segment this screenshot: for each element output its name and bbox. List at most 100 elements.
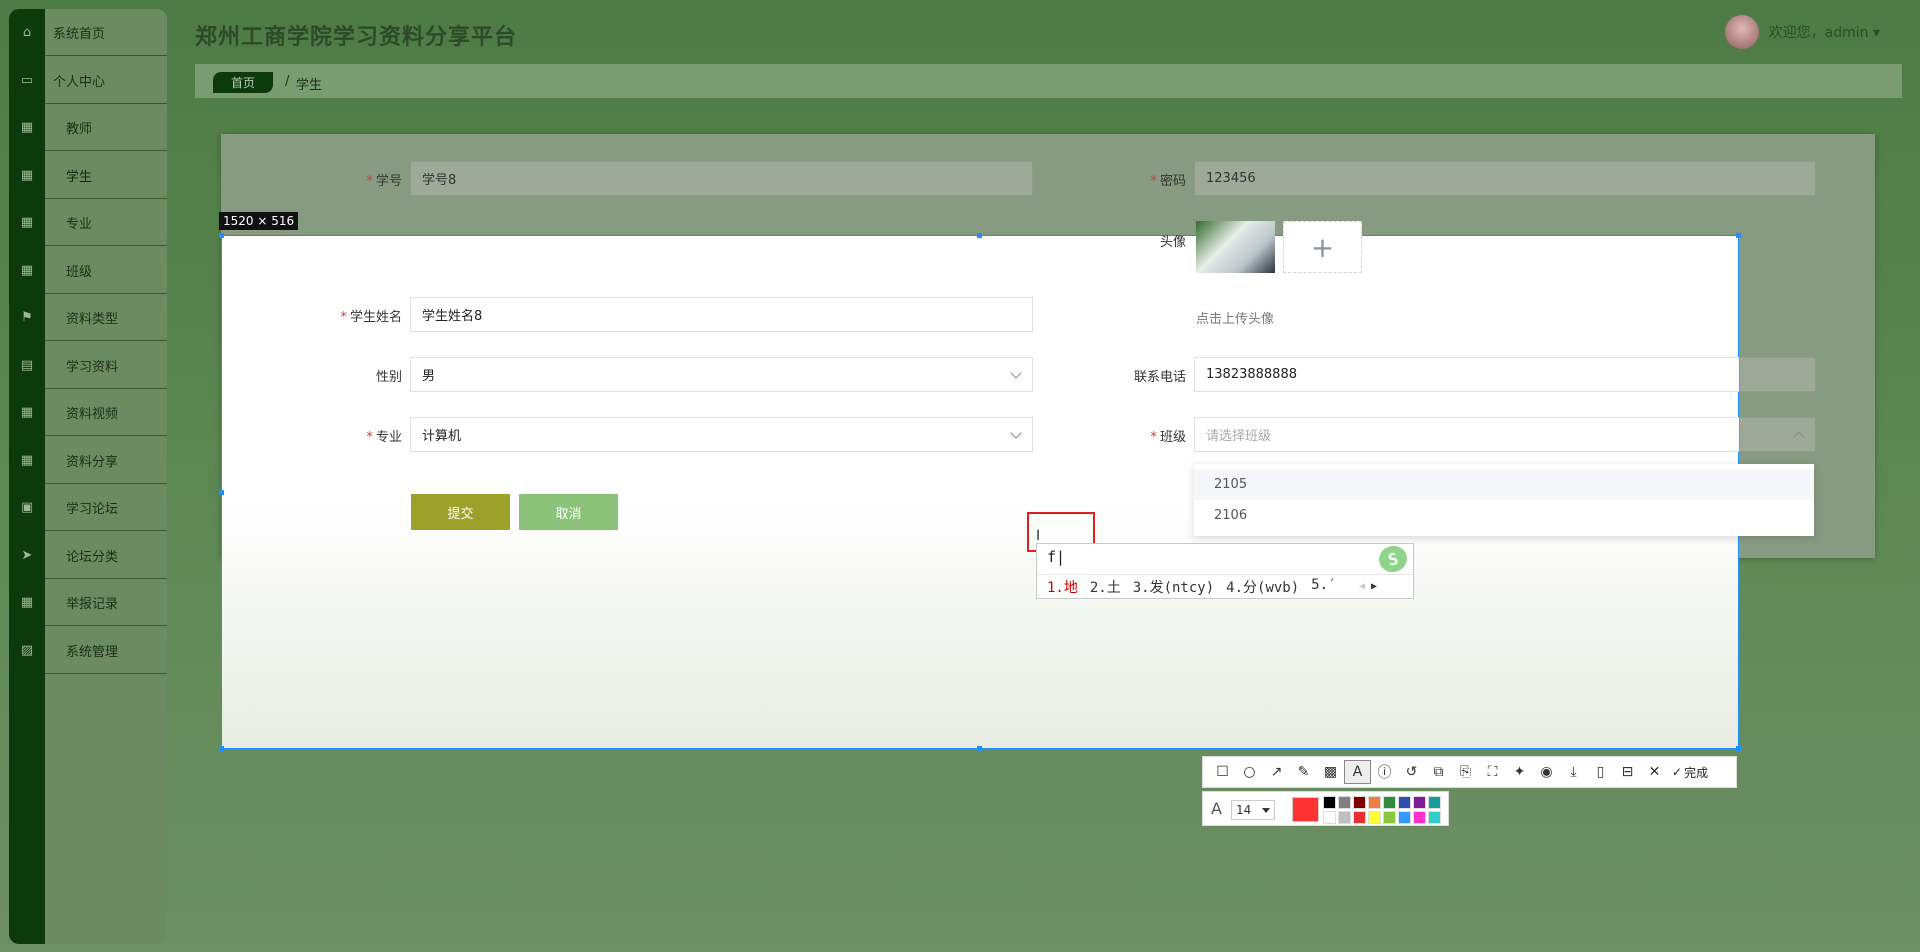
avatar-image[interactable] [1196, 221, 1275, 273]
color-swatch[interactable] [1323, 796, 1336, 809]
clipboard-icon: ▣ [20, 500, 34, 515]
translate-icon[interactable]: ⎘ [1452, 760, 1479, 784]
prev-page-icon[interactable]: ◀ [1359, 581, 1365, 592]
student-id-input[interactable]: 学号8 [410, 161, 1033, 196]
home-icon: ⌂ [22, 25, 32, 40]
gender-label: 性别 [375, 370, 402, 385]
selection-handle[interactable] [219, 490, 224, 495]
color-swatch[interactable] [1323, 811, 1336, 824]
sidebar-item[interactable]: ⌂ 系统首页 [9, 9, 167, 56]
selection-size-label: 1520 × 516 [219, 212, 299, 230]
next-page-icon[interactable]: ▶ [1371, 581, 1377, 592]
ime-page-nav: ◀ ▶ [1359, 581, 1377, 592]
pen-tool-icon[interactable]: ✎ [1290, 760, 1317, 784]
phone-input[interactable]: 13823888888 [1194, 357, 1739, 392]
sidebar-item[interactable]: ▦ 资料分享 [9, 437, 167, 484]
sidebar-item[interactable]: ▦ 学生 [9, 152, 167, 199]
sidebar-item[interactable]: ▦ 专业 [9, 199, 167, 246]
ime-candidate[interactable]: 3.发(ntcy) [1133, 577, 1214, 597]
record-icon[interactable]: ◉ [1533, 760, 1560, 784]
major-select[interactable]: 计算机 [410, 417, 1033, 452]
ellipse-tool-icon[interactable]: ○ [1236, 760, 1263, 784]
sidebar-item-label: 班级 [66, 264, 93, 280]
bookmark-icon[interactable]: ⊟ [1614, 760, 1641, 784]
done-button[interactable]: ✓ 完成 [1672, 764, 1708, 781]
sidebar-item-label: 资料分享 [66, 454, 119, 470]
breadcrumb-home[interactable]: 首页 [213, 72, 273, 93]
color-swatch[interactable] [1413, 811, 1426, 824]
color-swatch[interactable] [1338, 796, 1351, 809]
ime-candidate[interactable]: 5.′ [1311, 577, 1336, 597]
sidebar-item-label: 资料视频 [66, 407, 119, 422]
color-swatch[interactable] [1368, 811, 1381, 824]
password-input[interactable]: 123456 [1194, 161, 1816, 196]
cancel-button[interactable]: 取消 [519, 494, 618, 530]
sidebar-item[interactable]: ▦ 教师 [9, 104, 167, 151]
sidebar-item-label: 教师 [66, 122, 93, 137]
arrow-tool-icon[interactable]: ↗ [1263, 760, 1290, 784]
selection-handle[interactable] [219, 746, 224, 751]
number-tool-icon[interactable]: ⓘ [1371, 760, 1398, 784]
current-color-swatch[interactable] [1292, 797, 1319, 822]
chevron-down-icon [1262, 808, 1270, 813]
class-option[interactable]: 2105 [1194, 469, 1814, 500]
pin-image-icon[interactable]: ⧉ [1425, 760, 1452, 784]
grid-icon: ▦ [20, 167, 34, 183]
sidebar-item[interactable]: ▦ 班级 [9, 247, 167, 294]
font-size-select[interactable]: 14 [1231, 800, 1275, 820]
color-swatch[interactable] [1398, 796, 1411, 809]
selection-handle[interactable] [1736, 233, 1741, 238]
mosaic-tool-icon[interactable]: ▩ [1317, 760, 1344, 784]
color-swatch[interactable] [1353, 811, 1366, 824]
submit-button[interactable]: 提交 [411, 494, 510, 530]
phone-icon[interactable]: ▯ [1587, 760, 1614, 784]
color-swatch[interactable] [1353, 796, 1366, 809]
color-swatch[interactable] [1383, 811, 1396, 824]
ime-candidate[interactable]: 2.土 [1090, 577, 1121, 597]
pin-icon[interactable]: ✦ [1506, 760, 1533, 784]
text-tool-icon[interactable]: A [1344, 760, 1371, 784]
grid-icon: ▦ [20, 120, 34, 135]
rectangle-tool-icon[interactable]: ☐ [1209, 760, 1236, 784]
sidebar-item[interactable]: ▣ 学习论坛 [9, 484, 167, 531]
class-option[interactable]: 2106 [1194, 500, 1814, 531]
sidebar-item[interactable]: ▨ 系统管理 [9, 627, 167, 674]
sidebar: ⌂ 系统首页 ▭ 个人中心 ▦ 教师 ▦ 学生 ▦ 专业 ▦ 班级 ⚑ 资料类型 ▤ 学习资料 ▦ 资料视频 ▦ 资料… [9, 9, 167, 944]
name-input[interactable]: 学生姓名8 [410, 297, 1033, 332]
password-label: * 密码 [1150, 174, 1186, 189]
undo-icon[interactable]: ↺ [1398, 760, 1425, 784]
ime-divider [1037, 574, 1413, 575]
gender-select[interactable]: 男 [410, 357, 1033, 392]
download-icon[interactable]: ⤓ [1560, 760, 1587, 784]
ime-candidate[interactable]: 1.地 [1047, 577, 1078, 597]
selection-handle[interactable] [219, 233, 224, 238]
color-swatch[interactable] [1368, 796, 1381, 809]
sidebar-item[interactable]: ➤ 论坛分类 [9, 532, 167, 579]
class-select[interactable]: 请选择班级 [1194, 417, 1739, 452]
color-swatch[interactable] [1383, 796, 1396, 809]
sidebar-item-label: 举报记录 [66, 597, 119, 612]
color-swatch[interactable] [1398, 811, 1411, 824]
selection-handle[interactable] [977, 746, 982, 751]
user-menu[interactable]: 欢迎您，admin ▾ [1724, 14, 1880, 50]
ime-candidate[interactable]: 4.分(wvb) [1226, 577, 1299, 597]
close-icon[interactable]: ✕ [1641, 760, 1668, 784]
ocr-icon[interactable]: ⛶ [1479, 760, 1506, 784]
sidebar-item[interactable]: ▦ 举报记录 [9, 579, 167, 626]
avatar-upload-button[interactable]: + [1283, 221, 1362, 273]
welcome-text[interactable]: 欢迎您，admin ▾ [1769, 22, 1880, 42]
check-icon: ✓ [1672, 765, 1683, 779]
sidebar-item[interactable]: ▤ 学习资料 [9, 342, 167, 389]
sidebar-item[interactable]: ▭ 个人中心 [9, 57, 167, 104]
sidebar-item[interactable]: ▦ 资料视频 [9, 389, 167, 436]
selection-handle[interactable] [977, 233, 982, 238]
color-swatch[interactable] [1338, 811, 1351, 824]
selection-handle[interactable] [1736, 746, 1741, 751]
avatar[interactable] [1724, 15, 1759, 49]
avatar-label: 头像 [1159, 235, 1186, 250]
color-swatch[interactable] [1413, 796, 1426, 809]
color-swatch[interactable] [1428, 811, 1441, 824]
sidebar-item[interactable]: ⚑ 资料类型 [9, 294, 167, 341]
color-swatch[interactable] [1428, 796, 1441, 809]
breadcrumb-current: 学生 [296, 78, 323, 93]
